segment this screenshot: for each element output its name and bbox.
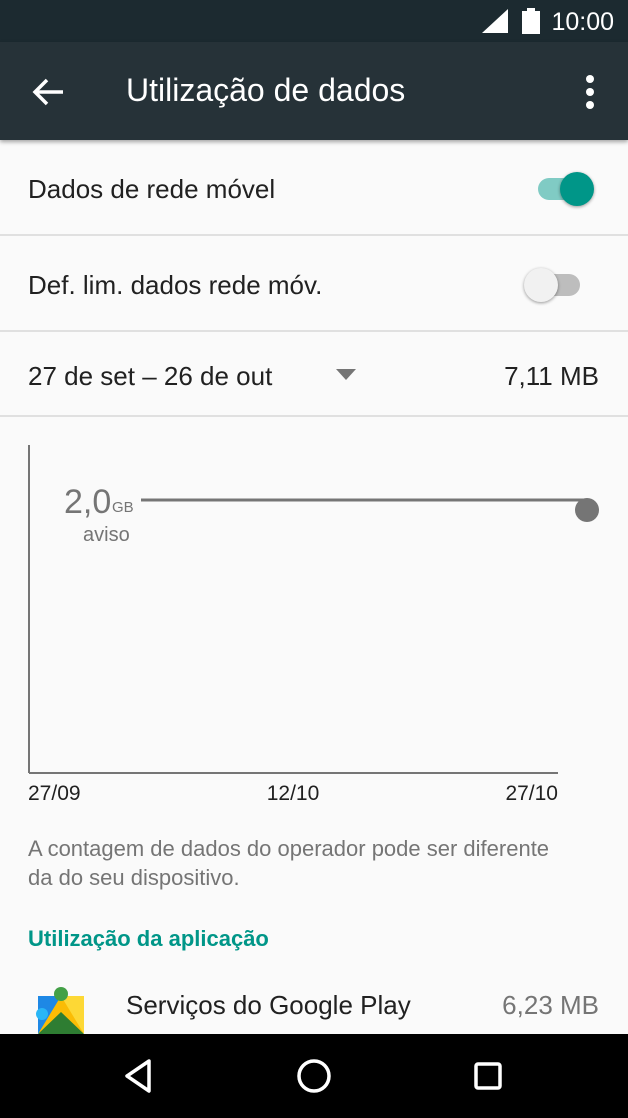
- usage-cycle-row: 27 de set – 26 de out 7,11 MB: [0, 332, 628, 417]
- app-name: Serviços do Google Play: [126, 990, 411, 1020]
- arrow-back-icon[interactable]: [32, 75, 66, 109]
- more-vert-icon[interactable]: [578, 72, 602, 112]
- status-bar: 10:00: [0, 0, 628, 42]
- toggle-thumb: [524, 268, 558, 302]
- app-usage-header: Utilização da aplicação: [28, 926, 269, 951]
- x-tick-label: 27/10: [505, 782, 558, 805]
- status-time: 10:00: [551, 8, 614, 36]
- usage-cycle-selector[interactable]: 27 de set – 26 de out: [28, 361, 272, 392]
- usage-chart: 2,0 GB aviso 27/09 12/10 27/10: [0, 430, 628, 810]
- mobile-data-toggle[interactable]: [534, 168, 594, 208]
- data-limit-toggle[interactable]: [524, 264, 584, 304]
- app-bar: Utilização de dados: [0, 42, 628, 140]
- back-nav-icon[interactable]: [119, 1055, 161, 1097]
- app-usage-item[interactable]: Serviços do Google Play 6,23 MB: [0, 972, 628, 1034]
- warning-handle: [575, 498, 599, 522]
- cellular-signal-icon: [482, 9, 508, 38]
- home-nav-icon[interactable]: [293, 1055, 335, 1097]
- google-play-services-icon: [36, 986, 86, 1039]
- warning-unit: GB: [112, 499, 134, 516]
- mobile-data-label: Dados de rede móvel: [28, 174, 276, 204]
- page-title: Utilização de dados: [126, 72, 406, 108]
- toggle-thumb: [560, 172, 594, 206]
- recents-nav-icon[interactable]: [467, 1055, 509, 1097]
- mobile-data-row[interactable]: Dados de rede móvel: [0, 140, 628, 236]
- data-limit-row[interactable]: Def. lim. dados rede móv.: [0, 236, 628, 332]
- warning-value: 2,0: [64, 483, 111, 521]
- app-usage-value: 6,23 MB: [502, 990, 599, 1020]
- x-tick-label: 12/10: [267, 782, 320, 805]
- usage-total: 7,11 MB: [504, 361, 599, 391]
- battery-icon: [522, 8, 540, 39]
- warning-label: aviso: [83, 524, 130, 546]
- usage-chart-svg: 2,0 GB aviso 27/09 12/10 27/10: [28, 445, 599, 805]
- x-tick-label: 27/09: [28, 782, 81, 805]
- navigation-bar: [0, 1034, 628, 1118]
- data-limit-label: Def. lim. dados rede móv.: [28, 270, 323, 300]
- carrier-note: A contagem de dados do operador pode ser…: [28, 836, 550, 890]
- dropdown-arrow-icon[interactable]: [336, 368, 356, 386]
